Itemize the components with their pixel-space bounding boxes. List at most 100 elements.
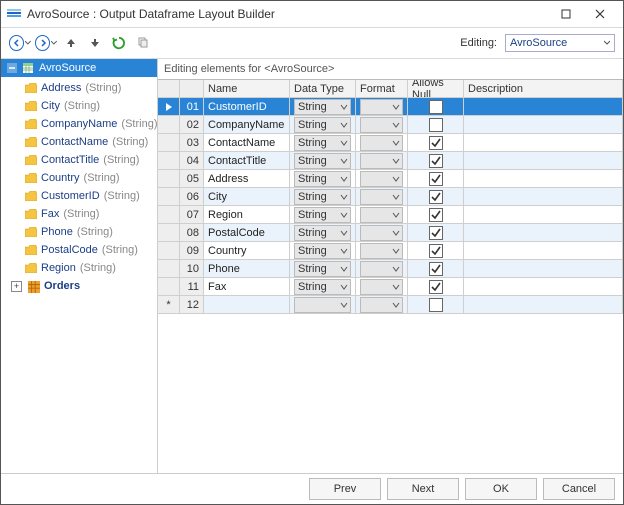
cell-name[interactable]: ContactTitle (204, 152, 290, 170)
allowsnull-checkbox[interactable] (429, 100, 443, 114)
cell-format[interactable] (356, 152, 408, 170)
format-dropdown[interactable] (360, 279, 403, 295)
nav-back-button[interactable] (9, 33, 31, 53)
cell-name[interactable]: Address (204, 170, 290, 188)
cell-format[interactable] (356, 116, 408, 134)
cancel-button[interactable]: Cancel (543, 478, 615, 500)
datatype-dropdown[interactable]: String (294, 189, 351, 205)
move-down-button[interactable] (85, 33, 105, 53)
cell-format[interactable] (356, 170, 408, 188)
datatype-dropdown[interactable]: String (294, 207, 351, 223)
cell-format[interactable] (356, 206, 408, 224)
format-dropdown[interactable] (360, 153, 403, 169)
cell-name[interactable] (204, 296, 290, 314)
cell-name[interactable]: City (204, 188, 290, 206)
cell-description[interactable] (464, 278, 623, 296)
cell-allowsnull[interactable] (408, 296, 464, 314)
sidebar-field[interactable]: Country (String) (1, 169, 157, 187)
cell-allowsnull[interactable] (408, 152, 464, 170)
maximize-button[interactable] (549, 4, 583, 24)
refresh-button[interactable] (109, 33, 129, 53)
cell-description[interactable] (464, 134, 623, 152)
sidebar-field[interactable]: ContactTitle (String) (1, 151, 157, 169)
expand-icon[interactable]: + (11, 281, 22, 292)
cell-allowsnull[interactable] (408, 98, 464, 116)
table-row[interactable]: 10PhoneString (158, 260, 623, 278)
datatype-dropdown[interactable]: String (294, 117, 351, 133)
table-row[interactable]: 03ContactNameString (158, 134, 623, 152)
cell-format[interactable] (356, 224, 408, 242)
cell-format[interactable] (356, 260, 408, 278)
datatype-dropdown[interactable]: String (294, 153, 351, 169)
table-row[interactable]: 01CustomerIDString (158, 98, 623, 116)
format-dropdown[interactable] (360, 261, 403, 277)
datatype-dropdown[interactable]: String (294, 171, 351, 187)
allowsnull-checkbox[interactable] (429, 244, 443, 258)
cell-datatype[interactable]: String (290, 278, 356, 296)
datatype-dropdown[interactable]: String (294, 279, 351, 295)
cell-description[interactable] (464, 242, 623, 260)
format-dropdown[interactable] (360, 189, 403, 205)
cell-allowsnull[interactable] (408, 188, 464, 206)
prev-button[interactable]: Prev (309, 478, 381, 500)
table-row[interactable]: 02CompanyNameString (158, 116, 623, 134)
cell-description[interactable] (464, 260, 623, 278)
format-dropdown[interactable] (360, 99, 403, 115)
allowsnull-checkbox[interactable] (429, 208, 443, 222)
format-dropdown[interactable] (360, 243, 403, 259)
datatype-dropdown[interactable]: String (294, 135, 351, 151)
cell-allowsnull[interactable] (408, 224, 464, 242)
nav-forward-button[interactable] (35, 33, 57, 53)
datatype-dropdown[interactable] (294, 297, 351, 313)
table-row[interactable]: 11FaxString (158, 278, 623, 296)
format-dropdown[interactable] (360, 117, 403, 133)
table-row[interactable]: 05AddressString (158, 170, 623, 188)
cell-description[interactable] (464, 296, 623, 314)
cell-description[interactable] (464, 206, 623, 224)
col-description[interactable]: Description (464, 80, 623, 98)
cell-name[interactable]: Region (204, 206, 290, 224)
cell-datatype[interactable] (290, 296, 356, 314)
close-button[interactable] (583, 4, 617, 24)
cell-description[interactable] (464, 152, 623, 170)
sidebar-field[interactable]: Fax (String) (1, 205, 157, 223)
cell-description[interactable] (464, 98, 623, 116)
editing-dropdown[interactable]: AvroSource (505, 34, 615, 52)
cell-format[interactable] (356, 188, 408, 206)
cell-datatype[interactable]: String (290, 170, 356, 188)
cell-allowsnull[interactable] (408, 242, 464, 260)
allowsnull-checkbox[interactable] (429, 190, 443, 204)
table-row[interactable]: 06CityString (158, 188, 623, 206)
format-dropdown[interactable] (360, 171, 403, 187)
sidebar-field[interactable]: Region (String) (1, 259, 157, 277)
col-name[interactable]: Name (204, 80, 290, 98)
cell-format[interactable] (356, 242, 408, 260)
allowsnull-checkbox[interactable] (429, 154, 443, 168)
cell-allowsnull[interactable] (408, 260, 464, 278)
cell-allowsnull[interactable] (408, 278, 464, 296)
allowsnull-checkbox[interactable] (429, 226, 443, 240)
sidebar-field[interactable]: Address (String) (1, 79, 157, 97)
sidebar-root[interactable]: AvroSource (1, 59, 157, 77)
cell-format[interactable] (356, 98, 408, 116)
move-up-button[interactable] (61, 33, 81, 53)
cell-allowsnull[interactable] (408, 134, 464, 152)
cell-allowsnull[interactable] (408, 206, 464, 224)
sidebar-field[interactable]: CompanyName (String) (1, 115, 157, 133)
table-row[interactable]: 04ContactTitleString (158, 152, 623, 170)
format-dropdown[interactable] (360, 225, 403, 241)
allowsnull-checkbox[interactable] (429, 280, 443, 294)
cell-allowsnull[interactable] (408, 116, 464, 134)
cell-format[interactable] (356, 134, 408, 152)
col-datatype[interactable]: Data Type (290, 80, 356, 98)
table-row[interactable]: 07RegionString (158, 206, 623, 224)
sidebar-field[interactable]: Phone (String) (1, 223, 157, 241)
cell-description[interactable] (464, 188, 623, 206)
format-dropdown[interactable] (360, 135, 403, 151)
cell-datatype[interactable]: String (290, 206, 356, 224)
cell-datatype[interactable]: String (290, 152, 356, 170)
cell-description[interactable] (464, 170, 623, 188)
cell-datatype[interactable]: String (290, 188, 356, 206)
sidebar-field[interactable]: City (String) (1, 97, 157, 115)
datatype-dropdown[interactable]: String (294, 225, 351, 241)
